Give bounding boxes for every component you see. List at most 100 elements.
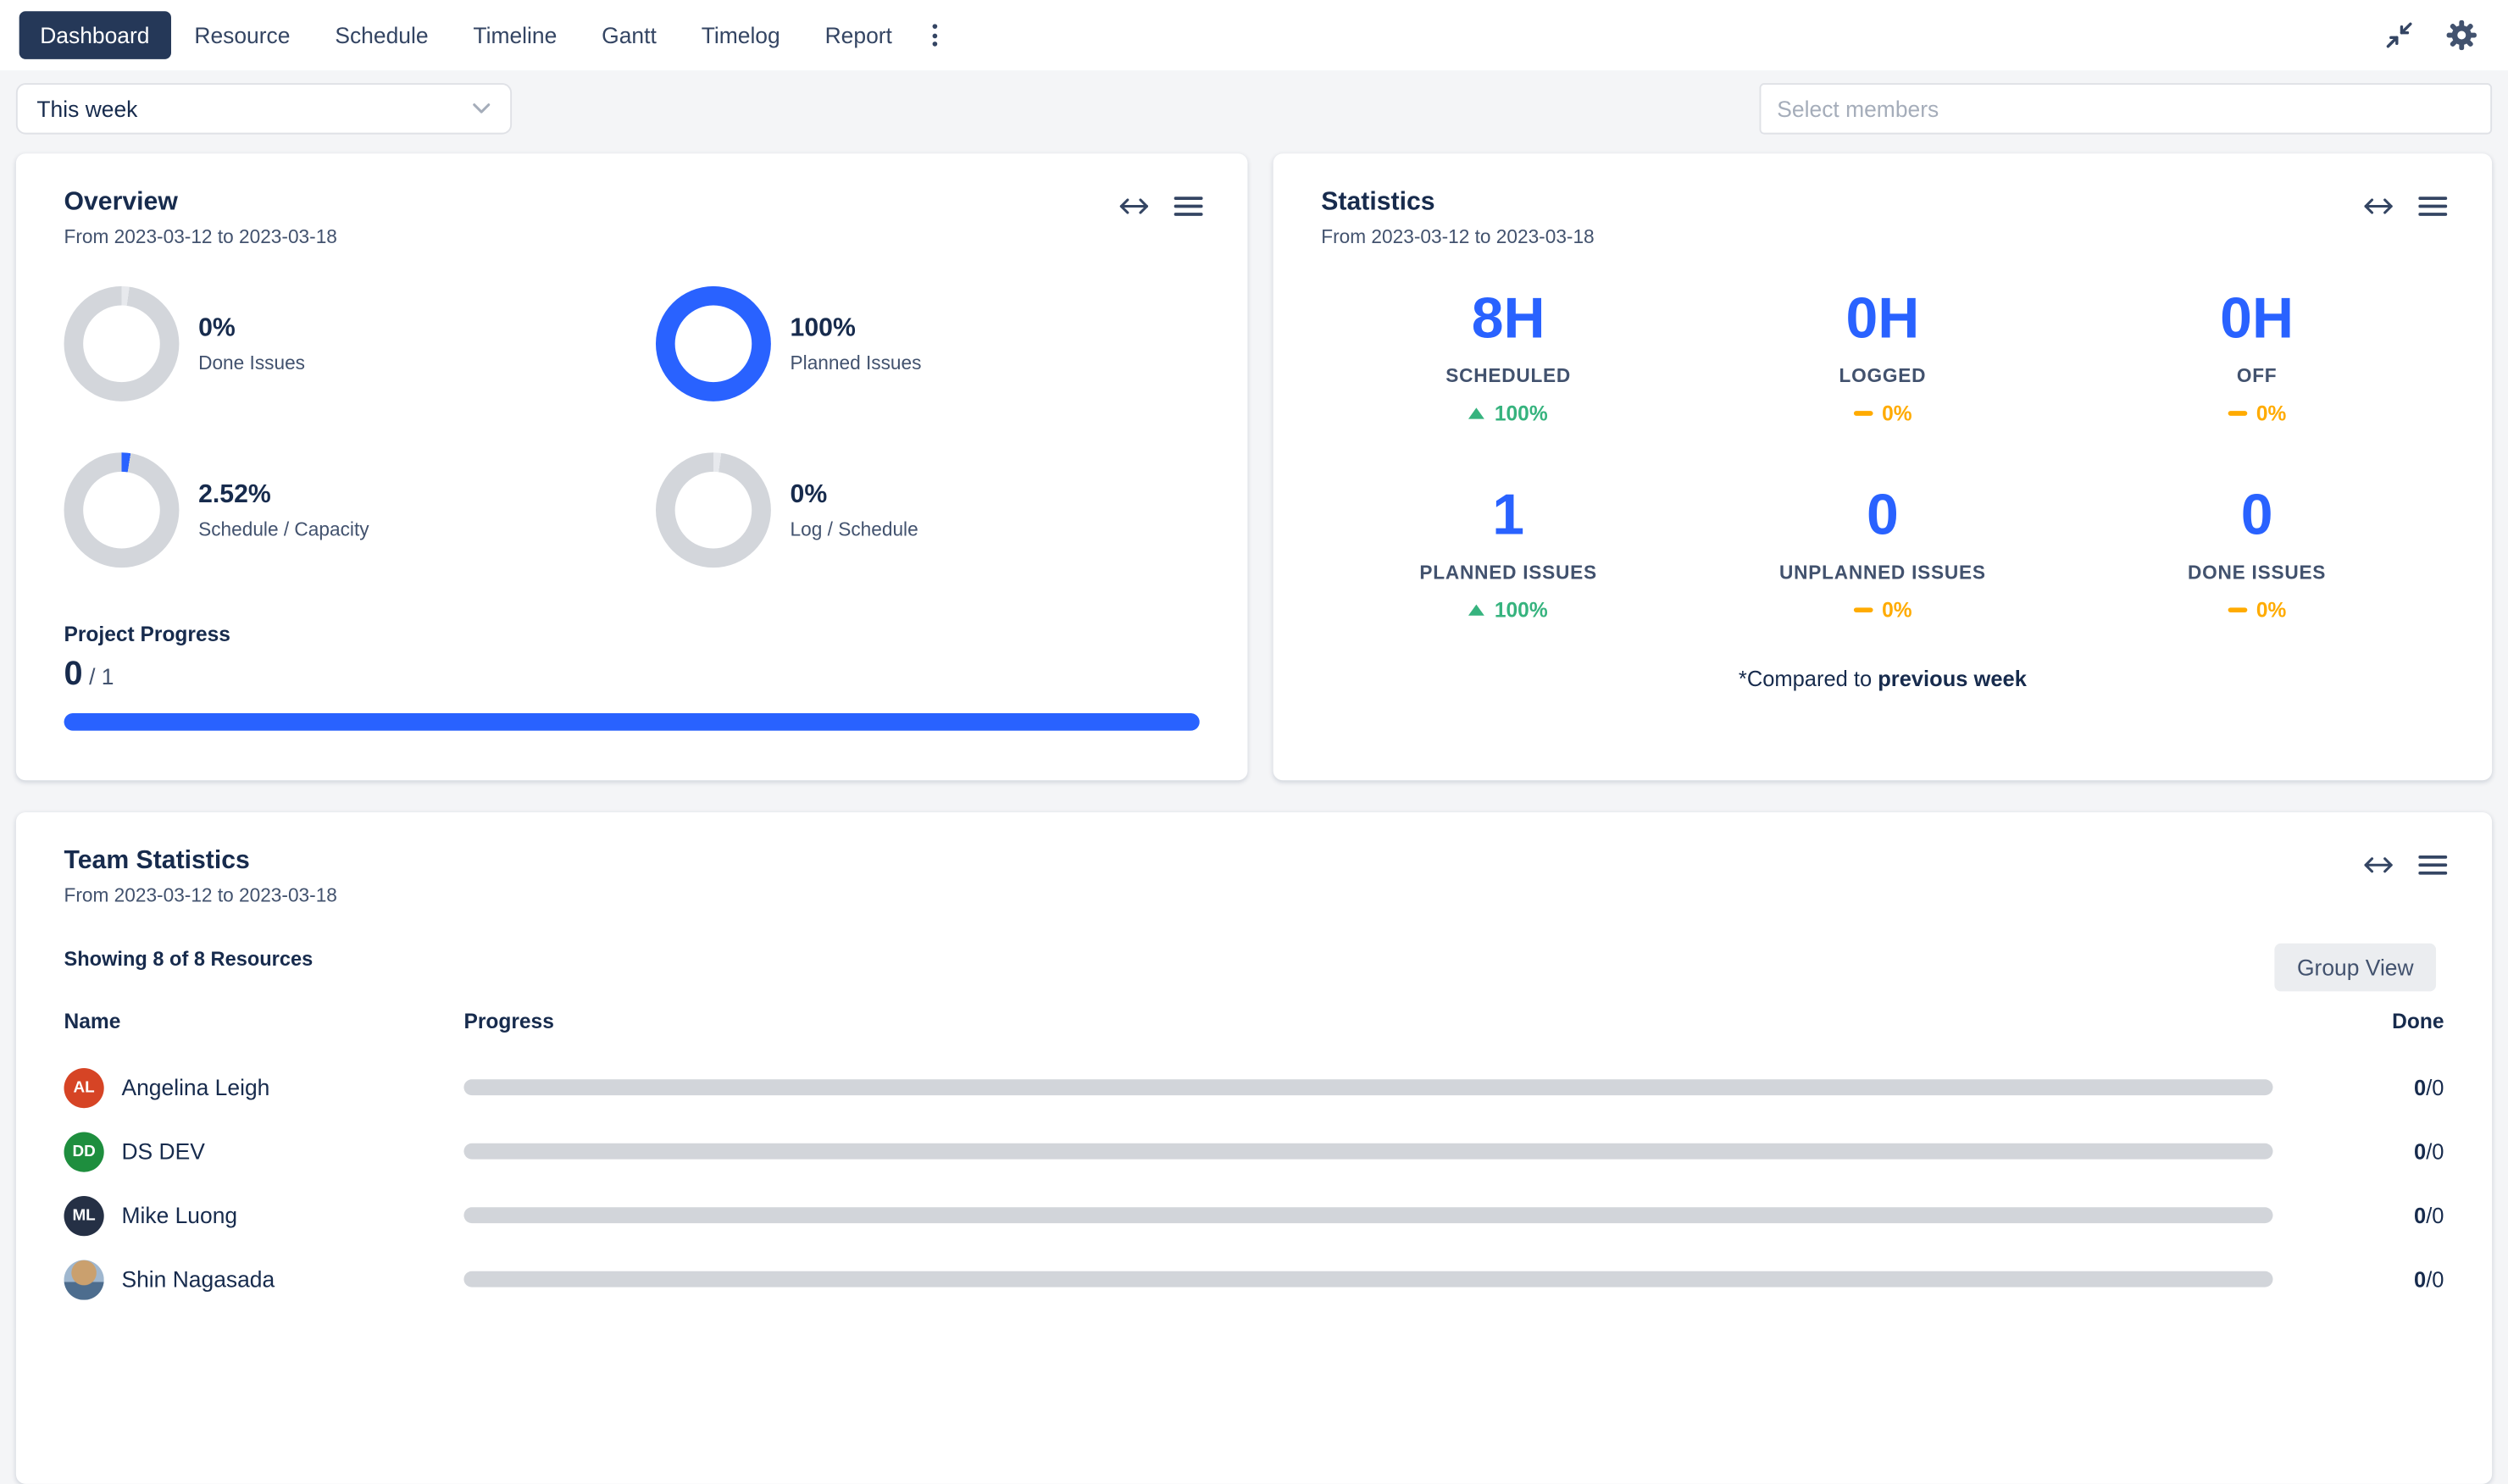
donut-chart <box>656 286 771 401</box>
team-showing-count: Showing 8 of 8 Resources <box>64 948 2444 970</box>
column-header-done: Done <box>2324 1009 2444 1033</box>
donut-value: 2.52% <box>198 480 369 509</box>
stat-scheduled: 8H SCHEDULED 100% <box>1321 290 1695 425</box>
overview-donut-grid: 0% Done Issues 100% Planned Issues 2.52%… <box>64 286 1200 568</box>
donut-log-schedule: 0% Log / Schedule <box>656 452 1200 568</box>
statistics-title: Statistics <box>1321 189 2444 218</box>
stat-planned-issues: 1 PLANNED ISSUES 100% <box>1321 486 1695 622</box>
done-count: 0 <box>2414 1267 2426 1291</box>
stat-delta: 0% <box>1882 401 1912 425</box>
statistics-footnote: *Compared to previous week <box>1321 667 2444 690</box>
project-progress-label: Project Progress <box>64 622 1200 645</box>
done-count: 0 <box>2414 1204 2426 1227</box>
stat-off: 0H OFF 0% <box>2070 290 2444 425</box>
trend-flat-icon <box>2228 607 2247 612</box>
chevron-down-icon <box>472 102 491 115</box>
stat-delta: 0% <box>2256 598 2286 622</box>
statistics-grid: 8H SCHEDULED 100% 0H LOGGED 0% 0H OFF 0%… <box>1321 290 2444 623</box>
done-count: 0 <box>2414 1076 2426 1099</box>
donut-schedule-capacity: 2.52% Schedule / Capacity <box>64 452 656 568</box>
tab-gantt[interactable]: Gantt <box>581 11 678 59</box>
team-title: Team Statistics <box>64 848 2444 877</box>
donut-value: 0% <box>791 480 918 509</box>
member-progress-bar <box>463 1271 2272 1287</box>
table-row[interactable]: DD DS DEV 0/0 <box>64 1119 2444 1183</box>
stat-value: 0H <box>1695 290 2070 347</box>
expand-width-icon[interactable] <box>1118 195 1151 217</box>
card-menu-icon[interactable] <box>1174 195 1203 217</box>
done-total: /0 <box>2426 1076 2444 1099</box>
nav-tabs: Dashboard Resource Schedule Timeline Gan… <box>19 11 953 59</box>
overview-title: Overview <box>64 189 1200 218</box>
stat-label: SCHEDULED <box>1321 364 1695 386</box>
member-name: DS DEV <box>121 1138 204 1164</box>
member-progress-bar <box>463 1207 2272 1223</box>
tab-timelog[interactable]: Timelog <box>680 11 801 59</box>
trend-flat-icon <box>2228 411 2247 416</box>
team-statistics-card: Team Statistics From 2023-03-12 to 2023-… <box>16 812 2492 1484</box>
period-select[interactable]: This week <box>16 83 512 134</box>
footnote-compare-period: previous week <box>1878 667 2027 690</box>
tab-schedule[interactable]: Schedule <box>314 11 449 59</box>
collapse-icon[interactable] <box>2383 19 2416 52</box>
more-tabs-kebab-icon[interactable] <box>916 11 952 59</box>
period-select-value: This week <box>36 96 137 121</box>
card-menu-icon[interactable] <box>2418 854 2447 876</box>
tab-timeline[interactable]: Timeline <box>452 11 578 59</box>
filter-bar: This week <box>0 70 2508 144</box>
trend-flat-icon <box>1853 411 1873 416</box>
team-table: Name Progress Done AL Angelina Leigh 0/0… <box>64 1009 2444 1311</box>
donut-label: Schedule / Capacity <box>198 518 369 540</box>
stat-label: UNPLANNED ISSUES <box>1695 562 2070 584</box>
top-nav-bar: Dashboard Resource Schedule Timeline Gan… <box>0 0 2508 70</box>
donut-label: Planned Issues <box>791 351 922 373</box>
stat-delta: 0% <box>2256 401 2286 425</box>
member-progress-bar <box>463 1079 2272 1095</box>
stat-value: 1 <box>1321 486 1695 544</box>
group-view-button[interactable]: Group View <box>2275 944 2436 992</box>
overview-date-range: From 2023-03-12 to 2023-03-18 <box>64 225 1200 247</box>
donut-done-issues: 0% Done Issues <box>64 286 656 401</box>
tab-dashboard[interactable]: Dashboard <box>19 11 170 59</box>
expand-width-icon[interactable] <box>2362 195 2394 217</box>
table-row[interactable]: ML Mike Luong 0/0 <box>64 1183 2444 1248</box>
avatar <box>64 1260 104 1299</box>
stat-label: PLANNED ISSUES <box>1321 562 1695 584</box>
table-row[interactable]: Shin Nagasada 0/0 <box>64 1247 2444 1311</box>
trend-up-icon <box>1469 605 1485 616</box>
donut-label: Done Issues <box>198 351 305 373</box>
member-name: Mike Luong <box>121 1203 237 1228</box>
card-menu-icon[interactable] <box>2418 195 2447 217</box>
column-header-name: Name <box>64 1009 464 1033</box>
member-progress-bar <box>463 1143 2272 1160</box>
expand-width-icon[interactable] <box>2362 854 2394 876</box>
stat-value: 0H <box>2070 290 2444 347</box>
done-total: /0 <box>2426 1139 2444 1163</box>
tab-report[interactable]: Report <box>804 11 913 59</box>
donut-chart <box>64 452 180 568</box>
stat-delta: 0% <box>1882 598 1912 622</box>
stat-delta: 100% <box>1495 598 1548 622</box>
donut-label: Log / Schedule <box>791 518 918 540</box>
select-members-input[interactable] <box>1760 83 2493 134</box>
donut-value: 0% <box>198 314 305 343</box>
done-total: /0 <box>2426 1267 2444 1291</box>
team-table-header: Name Progress Done <box>64 1009 2444 1055</box>
statistics-date-range: From 2023-03-12 to 2023-03-18 <box>1321 225 2444 247</box>
project-progress-fill <box>64 713 1200 731</box>
stat-done-issues: 0 DONE ISSUES 0% <box>2070 486 2444 622</box>
stat-value: 0 <box>2070 486 2444 544</box>
avatar: DD <box>64 1132 104 1171</box>
settings-gear-icon[interactable] <box>2444 18 2479 53</box>
tab-resource[interactable]: Resource <box>174 11 311 59</box>
project-progress-count: 0/ 1 <box>64 656 1200 694</box>
member-name: Shin Nagasada <box>121 1266 275 1292</box>
team-date-range: From 2023-03-12 to 2023-03-18 <box>64 884 2444 906</box>
progress-total-count: / 1 <box>89 663 114 689</box>
table-row[interactable]: AL Angelina Leigh 0/0 <box>64 1055 2444 1120</box>
project-progress-bar <box>64 713 1200 731</box>
stat-value: 8H <box>1321 290 1695 347</box>
avatar: AL <box>64 1067 104 1107</box>
trend-flat-icon <box>1853 607 1873 612</box>
donut-chart <box>656 452 771 568</box>
